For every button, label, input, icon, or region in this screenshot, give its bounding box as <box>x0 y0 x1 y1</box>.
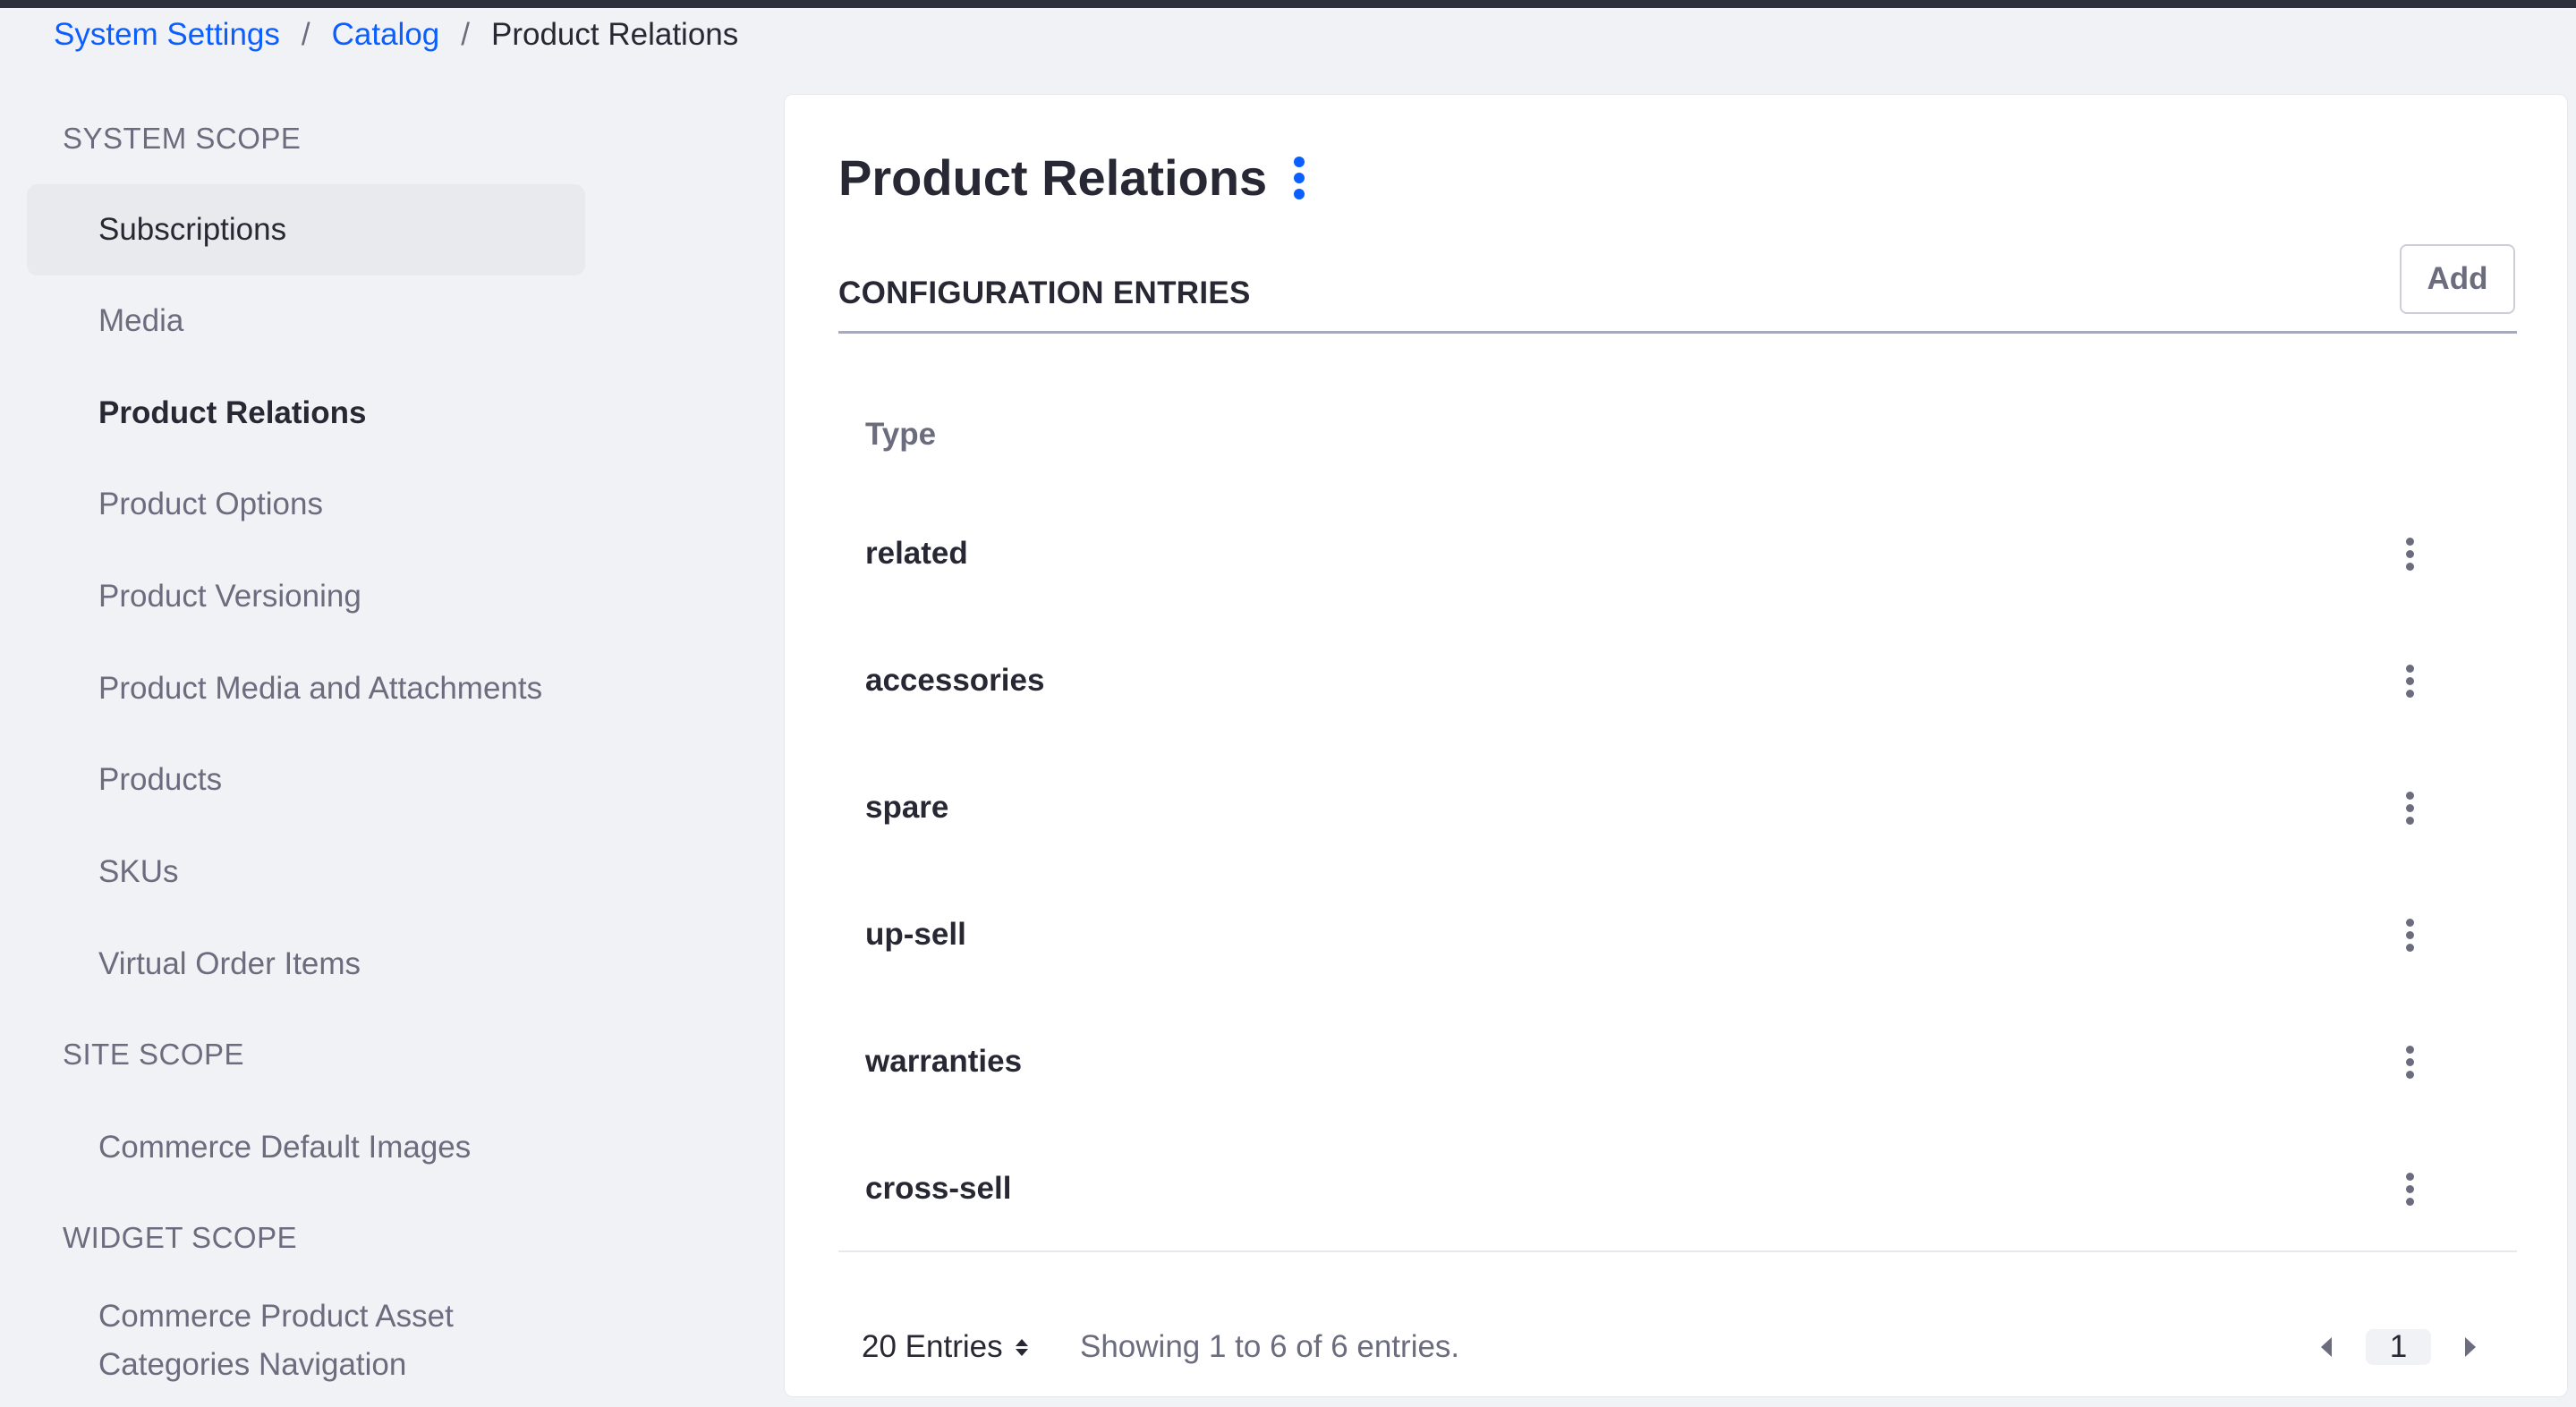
table-row[interactable]: warranties <box>838 998 2517 1125</box>
ellipsis-vertical-icon[interactable] <box>2392 527 2427 581</box>
sidebar-item-label: Product Media and Attachments <box>98 671 543 706</box>
add-button[interactable]: Add <box>2400 244 2515 314</box>
breadcrumb-separator: / <box>461 17 470 52</box>
row-type[interactable]: accessories <box>838 663 1044 699</box>
sidebar-item-skus[interactable]: SKUs <box>27 826 585 918</box>
entries-per-page-select[interactable]: 20 Entries <box>862 1316 1028 1378</box>
caret-left-icon <box>2321 1337 2332 1357</box>
row-type[interactable]: up-sell <box>838 917 966 953</box>
previous-page-button[interactable] <box>2308 1325 2344 1369</box>
section-title: CONFIGURATION ENTRIES <box>838 275 1251 310</box>
table-divider <box>838 1250 2517 1252</box>
ellipsis-vertical-icon[interactable] <box>2392 1162 2427 1216</box>
sidebar-item-product-relations[interactable]: Product Relations <box>27 368 585 459</box>
table-row[interactable]: accessories <box>838 617 2517 744</box>
top-bar <box>0 0 2576 8</box>
row-type[interactable]: related <box>838 536 968 572</box>
ellipsis-vertical-icon[interactable] <box>2392 1035 2427 1089</box>
sidebar-item-commerce-product-asset-categories-navigation[interactable]: Commerce Product Asset Categories Naviga… <box>27 1284 528 1391</box>
sidebar-item-products[interactable]: Products <box>27 734 585 826</box>
configuration-card: Product Relations CONFIGURATION ENTRIES … <box>784 94 2568 1397</box>
sidebar-item-label: Subscriptions <box>98 212 287 247</box>
column-header-type: Type <box>865 417 937 452</box>
row-type[interactable]: cross-sell <box>838 1171 1011 1207</box>
row-type[interactable]: spare <box>838 790 948 826</box>
table-row[interactable]: related <box>838 490 2517 617</box>
sidebar-heading-site-scope: SITE SCOPE <box>63 1038 245 1071</box>
pagination-bar: 20 Entries Showing 1 to 6 of 6 entries. … <box>785 1316 2569 1378</box>
breadcrumb-link-system-settings[interactable]: System Settings <box>54 17 280 53</box>
entries-label: 20 Entries <box>862 1329 1003 1364</box>
sidebar-item-product-versioning[interactable]: Product Versioning <box>27 551 585 642</box>
caret-right-icon <box>2465 1337 2476 1357</box>
breadcrumb-link-catalog[interactable]: Catalog <box>332 17 440 53</box>
page-number-button[interactable]: 1 <box>2366 1329 2431 1365</box>
page-title: Product Relations <box>838 149 1268 206</box>
sidebar-item-media[interactable]: Media <box>27 275 585 367</box>
table-row[interactable]: cross-sell <box>838 1125 2517 1252</box>
sidebar-item-label: Product Relations <box>98 395 367 430</box>
breadcrumb-separator: / <box>301 17 310 52</box>
sidebar-item-virtual-order-items[interactable]: Virtual Order Items <box>27 919 585 1010</box>
sidebar-item-label: Virtual Order Items <box>98 946 361 981</box>
ellipsis-vertical-icon[interactable] <box>2392 654 2427 708</box>
sidebar-item-subscriptions[interactable]: Subscriptions <box>27 184 585 275</box>
next-page-button[interactable] <box>2453 1325 2488 1369</box>
sidebar-heading-widget-scope: WIDGET SCOPE <box>63 1221 298 1254</box>
page-header: Product Relations <box>838 148 1305 207</box>
sidebar-item-label: Commerce Default Images <box>98 1130 472 1165</box>
sidebar-item-commerce-default-images[interactable]: Commerce Default Images <box>27 1102 585 1193</box>
sidebar-item-label: Media <box>98 303 184 338</box>
caret-double-icon <box>1015 1338 1028 1356</box>
ellipsis-vertical-icon[interactable] <box>2392 908 2427 962</box>
ellipsis-vertical-icon[interactable] <box>2392 781 2427 835</box>
section-divider <box>838 331 2517 334</box>
sidebar-item-label: Commerce Product Asset Categories Naviga… <box>98 1299 454 1382</box>
sidebar-item-label: Products <box>98 762 223 797</box>
table-row[interactable]: spare <box>838 744 2517 871</box>
row-type[interactable]: warranties <box>838 1044 1022 1080</box>
sidebar-item-label: Product Options <box>98 487 323 521</box>
ellipsis-vertical-icon[interactable] <box>1294 156 1305 199</box>
pagination-results: Showing 1 to 6 of 6 entries. <box>1080 1329 1460 1364</box>
table-row[interactable]: up-sell <box>838 871 2517 998</box>
sidebar-item-product-options[interactable]: Product Options <box>27 459 585 550</box>
pagination: 1 <box>2308 1316 2488 1378</box>
sidebar-item-label: Product Versioning <box>98 579 361 614</box>
sidebar-item-label: SKUs <box>98 854 179 889</box>
sidebar-item-product-media-and-attachments[interactable]: Product Media and Attachments <box>27 643 585 734</box>
breadcrumb-current: Product Relations <box>491 17 739 52</box>
breadcrumb: System Settings / Catalog / Product Rela… <box>54 13 738 57</box>
sidebar-heading-system-scope: SYSTEM SCOPE <box>63 122 302 155</box>
